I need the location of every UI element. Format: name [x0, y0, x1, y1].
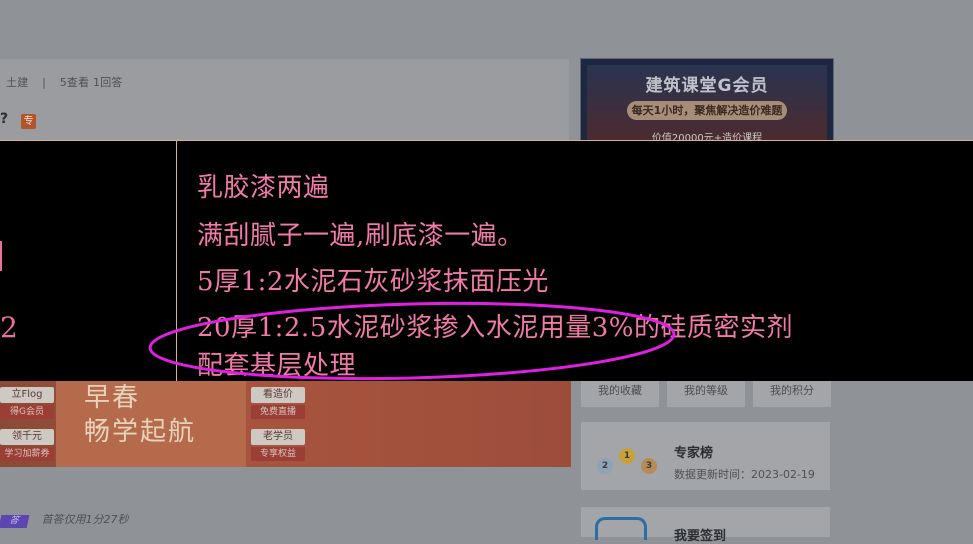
vip-title: 建筑课堂G会员: [645, 76, 769, 96]
expert-ranking-card[interactable]: 2 1 3 专家榜 数据更新时间：2023-02-19: [581, 422, 830, 490]
expert-update-date: 数据更新时间：2023-02-19: [674, 468, 815, 481]
favorites-button[interactable]: 我的收藏: [581, 381, 659, 407]
answer-count: 1回答: [93, 76, 123, 89]
answer-tag: 答: [0, 515, 30, 528]
flag-button[interactable]: 立Flog: [0, 387, 54, 403]
category-label[interactable]: 土建: [6, 76, 28, 89]
promo-banner[interactable]: 早春 畅学起航 立Flog 得G会员 领千元 学习加薪券 看造价 免费直播 老学…: [0, 381, 571, 467]
expert-badge-icon: 专: [21, 114, 36, 129]
points-button[interactable]: 我的积分: [753, 381, 831, 407]
vip-pill: 每天1小时，聚焦解决造价难题: [627, 101, 787, 120]
gold-medal-icon: 1: [619, 448, 635, 464]
cad-image-viewer[interactable]: 2 乳胶漆两遍 满刮腻子一遍,刷底漆一遍。 5厚1:2水泥石灰砂浆抹面压光 20…: [0, 140, 973, 382]
price-button[interactable]: 看造价: [251, 387, 305, 403]
first-answer-time: 首答仅用1分27秒: [41, 513, 129, 526]
question-card: [0, 59, 569, 149]
flag-sub: 得G会员: [0, 405, 54, 419]
view-count: 5查看: [59, 76, 90, 89]
alumni-sub: 专享权益: [251, 447, 305, 461]
calendar-icon: [595, 517, 647, 540]
question-meta: 土建 | 5查看 1回答: [6, 76, 123, 89]
signin-title: 我要签到: [674, 529, 727, 544]
alumni-button[interactable]: 老学员: [251, 429, 305, 445]
first-answer-bar: 答 首答仅用1分27秒: [0, 511, 129, 528]
expert-title: 专家榜: [674, 446, 714, 461]
level-button[interactable]: 我的等级: [667, 381, 745, 407]
user-shortcuts: 我的收藏 我的等级 我的积分: [581, 381, 831, 407]
vip-banner-inner: 建筑课堂G会员 每天1小时，聚焦解决造价难题 价值20000元+造价课程: [587, 65, 827, 144]
coupon-button[interactable]: 领千元: [0, 429, 54, 445]
silver-medal-icon: 2: [597, 458, 613, 474]
coupon-sub: 学习加薪券: [0, 447, 54, 461]
vip-banner[interactable]: 建筑课堂G会员 每天1小时，聚焦解决造价难题 价值20000元+造价课程: [580, 58, 834, 144]
bronze-medal-icon: 3: [641, 458, 657, 474]
question-title: ?: [0, 111, 9, 127]
highlight-ellipse: [148, 301, 676, 381]
price-sub: 免费直播: [251, 405, 305, 419]
promo-headline: 早春 畅学起航: [84, 383, 197, 447]
